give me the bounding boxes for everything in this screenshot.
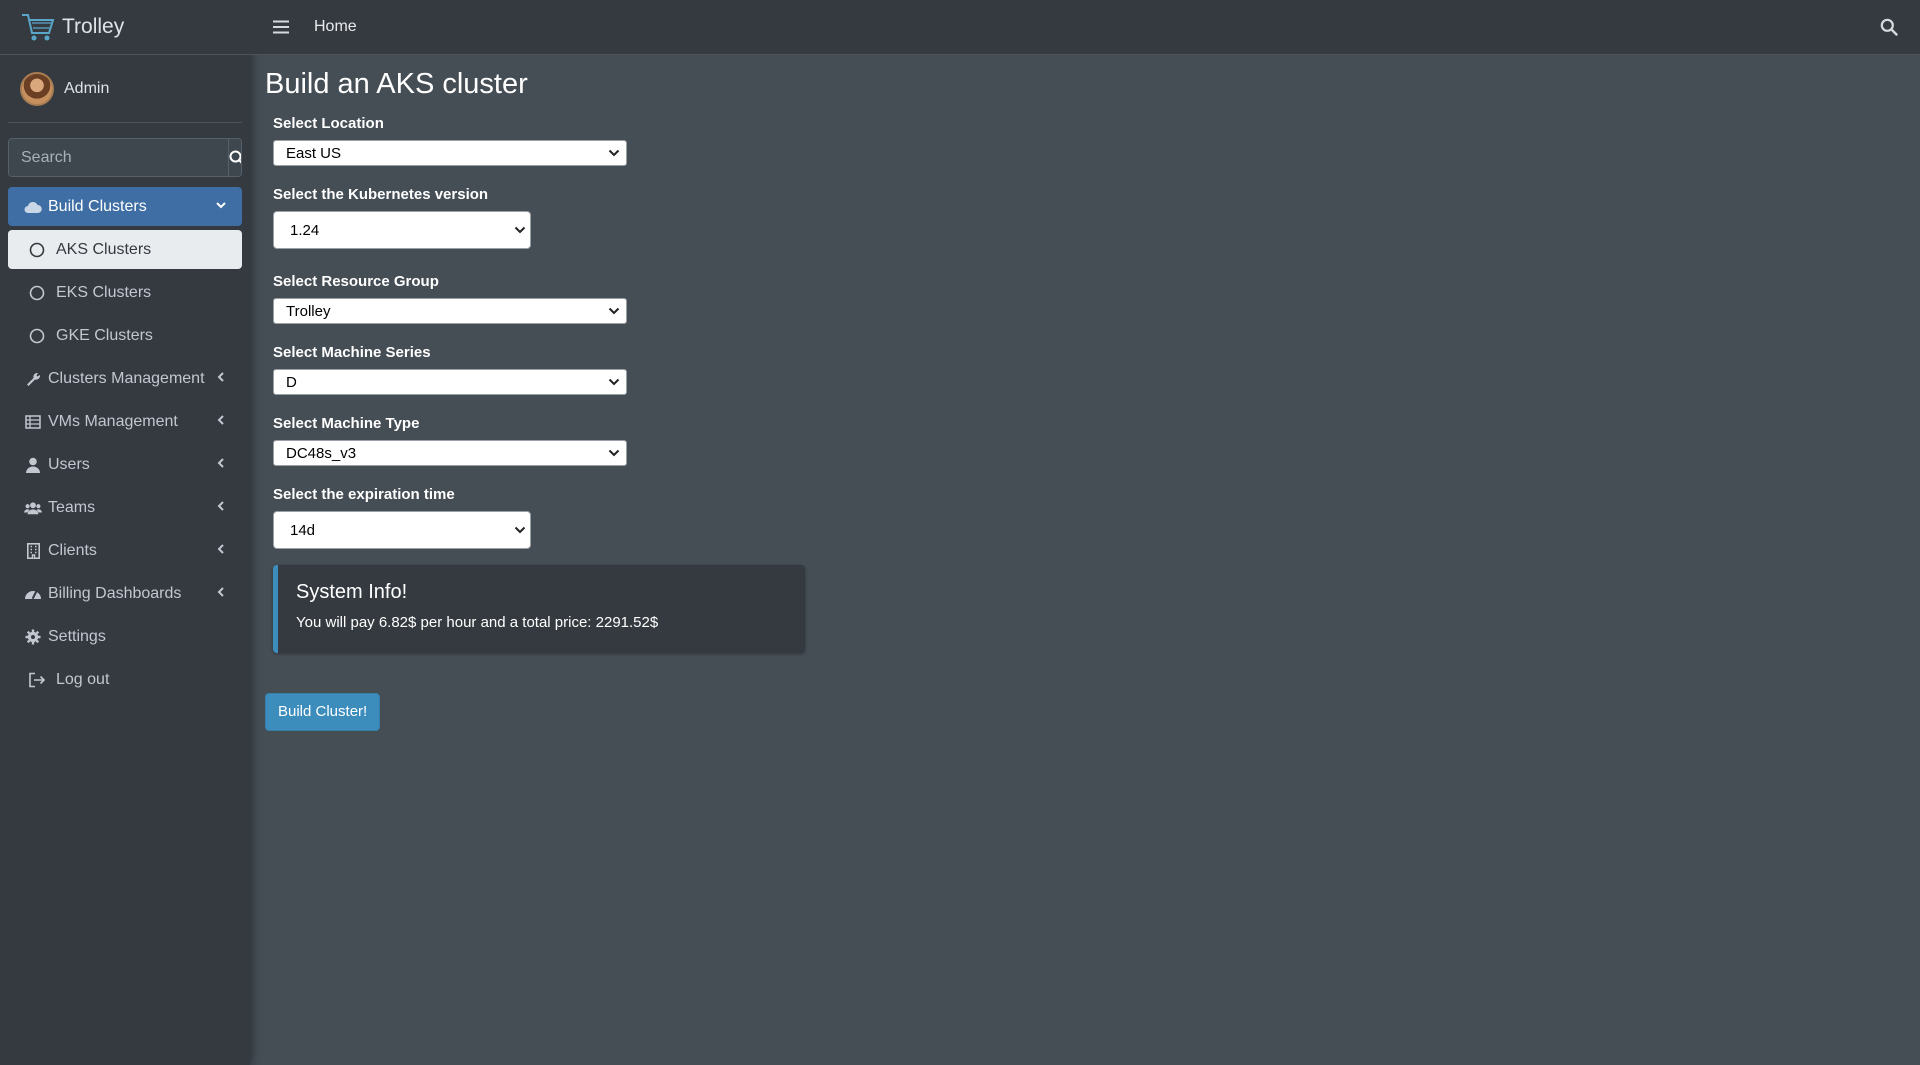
resource-group-select[interactable]: Trolley (273, 298, 627, 324)
sidebar-item-users[interactable]: Users (8, 445, 242, 484)
expiration-label: Select the expiration time (273, 486, 455, 503)
resource-group-label: Select Resource Group (273, 273, 439, 290)
chevron-down-icon (608, 378, 620, 386)
brand-link[interactable]: Trolley (0, 0, 250, 55)
wrench-icon (24, 370, 42, 388)
gauge-icon (24, 585, 42, 603)
chevron-down-icon (216, 202, 226, 209)
expiration-select[interactable]: 14d (273, 511, 531, 549)
user-name: Admin (64, 79, 110, 97)
sidebar-item-label: Settings (48, 627, 106, 645)
gear-icon (24, 628, 42, 646)
circle-icon (28, 327, 46, 345)
sidebar-item-settings[interactable]: Settings (8, 617, 242, 656)
sidebar-item-build-clusters[interactable]: Build Clusters (8, 187, 242, 226)
sidebar: Trolley Admin Build Clusters AKS Cluster… (0, 0, 250, 1065)
sidebar-item-label: VMs Management (48, 412, 178, 430)
main-content: Build an AKS cluster Select Location Eas… (265, 68, 805, 731)
sidebar-search-input[interactable] (9, 139, 228, 176)
chevron-left-icon (217, 372, 224, 382)
search-icon (229, 150, 241, 164)
logout-icon (28, 671, 46, 689)
topbar: Home (250, 0, 1920, 55)
circle-icon (28, 284, 46, 302)
avatar (20, 71, 54, 106)
sidebar-item-logout[interactable]: Log out (8, 660, 242, 699)
machine-type-label: Select Machine Type (273, 415, 420, 432)
page-title: Build an AKS cluster (265, 68, 528, 100)
list-icon (24, 413, 42, 431)
building-icon (24, 542, 42, 560)
sidebar-item-eks-clusters[interactable]: EKS Clusters (8, 273, 242, 312)
resource-group-value: Trolley (286, 302, 331, 320)
menu-icon[interactable] (272, 19, 290, 35)
chevron-down-icon (608, 149, 620, 157)
chevron-down-icon (514, 226, 526, 234)
chevron-left-icon (217, 501, 224, 511)
sidebar-search (8, 138, 242, 177)
users-icon (24, 499, 42, 517)
expiration-value: 14d (290, 521, 316, 539)
location-label: Select Location (273, 115, 384, 132)
sidebar-item-label: Users (48, 455, 90, 473)
sidebar-item-label: Billing Dashboards (48, 584, 182, 602)
sidebar-item-label: GKE Clusters (56, 326, 153, 344)
cart-icon (22, 14, 55, 41)
machine-type-select[interactable]: DC48s_v3 (273, 440, 627, 466)
machine-type-value: DC48s_v3 (286, 444, 357, 462)
k8s-version-select[interactable]: 1.24 (273, 211, 531, 249)
system-info-callout: System Info! You will pay 6.82$ per hour… (273, 565, 805, 653)
sidebar-item-clients[interactable]: Clients (8, 531, 242, 570)
home-link[interactable]: Home (314, 18, 357, 36)
sidebar-item-vms-management[interactable]: VMs Management (8, 402, 242, 441)
sidebar-search-button[interactable] (228, 139, 241, 176)
chevron-left-icon (217, 587, 224, 597)
brand-name: Trolley (62, 15, 125, 38)
machine-series-select[interactable]: D (273, 369, 627, 395)
k8s-version-value: 1.24 (290, 221, 320, 239)
user-panel[interactable]: Admin (8, 55, 242, 123)
sidebar-item-label: Build Clusters (48, 197, 147, 215)
k8s-version-label: Select the Kubernetes version (273, 186, 489, 203)
chevron-down-icon (514, 526, 526, 534)
sidebar-item-label: Clients (48, 541, 97, 559)
cloud-icon (24, 198, 42, 216)
chevron-left-icon (217, 544, 224, 554)
sidebar-item-label: Teams (48, 498, 96, 516)
sidebar-item-label: EKS Clusters (56, 283, 152, 301)
location-select[interactable]: East US (273, 140, 627, 166)
system-info-title: System Info! (296, 581, 408, 603)
sidebar-item-clusters-management[interactable]: Clusters Management (8, 359, 242, 398)
chevron-down-icon (608, 307, 620, 315)
build-cluster-button[interactable]: Build Cluster! (265, 693, 381, 731)
machine-series-value: D (286, 373, 297, 391)
chevron-down-icon (608, 449, 620, 457)
sidebar-item-aks-clusters[interactable]: AKS Clusters (8, 230, 242, 269)
search-icon[interactable] (1880, 18, 1898, 36)
cluster-form: Select Location East US Select the Kuber… (265, 115, 805, 731)
chevron-left-icon (217, 458, 224, 468)
sidebar-item-label: Log out (56, 670, 110, 688)
sidebar-item-teams[interactable]: Teams (8, 488, 242, 527)
sidebar-item-label: AKS Clusters (56, 240, 152, 258)
machine-series-label: Select Machine Series (273, 344, 431, 361)
user-icon (24, 456, 42, 474)
sidebar-item-gke-clusters[interactable]: GKE Clusters (8, 316, 242, 355)
chevron-left-icon (217, 415, 224, 425)
sidebar-item-label: Clusters Management (48, 369, 205, 387)
sidebar-nav: Build Clusters AKS Clusters EKS Clusters… (0, 187, 250, 699)
circle-icon (28, 241, 46, 259)
location-value: East US (286, 144, 342, 162)
system-info-text: You will pay 6.82$ per hour and a total … (296, 614, 659, 631)
sidebar-item-billing-dashboards[interactable]: Billing Dashboards (8, 574, 242, 613)
